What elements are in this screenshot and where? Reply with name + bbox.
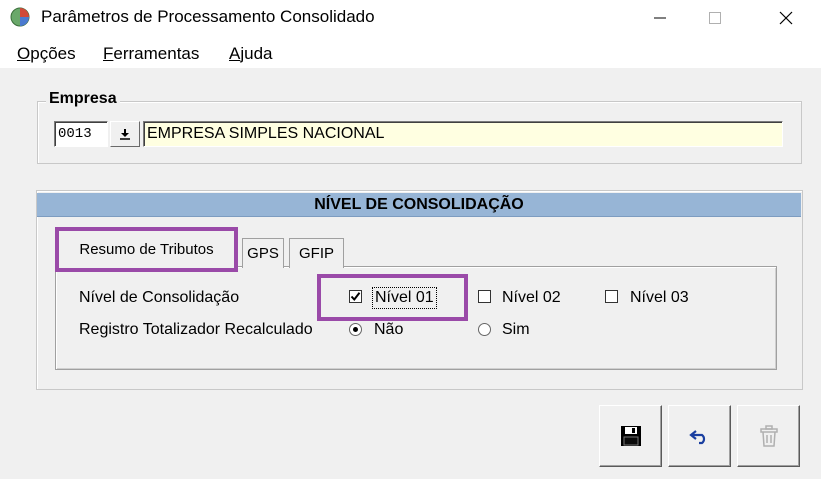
radio-sim[interactable] (478, 323, 491, 336)
empresa-code-input[interactable]: 0013 (54, 121, 108, 147)
tab-gps[interactable]: GPS (242, 238, 284, 268)
save-icon (620, 426, 641, 446)
tab-resumo-de-tributos[interactable]: Resumo de Tributos (55, 227, 238, 272)
nivel-02-checkbox[interactable] (478, 290, 491, 303)
minimize-icon (654, 17, 666, 19)
empresa-lookup-button[interactable] (110, 121, 140, 147)
radio-nao-label[interactable]: Não (374, 321, 403, 339)
minimize-button[interactable] (637, 0, 683, 36)
undo-icon (688, 430, 705, 445)
empresa-name-field: EMPRESA SIMPLES NACIONAL (143, 121, 783, 147)
empresa-group-label: Empresa (46, 90, 120, 108)
nivel-01-checkbox[interactable] (349, 290, 362, 303)
nivel-01-label[interactable]: Nível 01 (372, 287, 437, 309)
app-icon (10, 7, 30, 27)
menu-ferramentas[interactable]: Ferramentas (103, 44, 199, 64)
nivel-03-label[interactable]: Nível 03 (630, 289, 689, 307)
tab-gfip[interactable]: GFIP (289, 238, 344, 268)
save-button[interactable] (599, 405, 662, 467)
radio-selected-dot (353, 327, 358, 332)
close-icon (779, 11, 793, 25)
nivel-header: NÍVEL DE CONSOLIDAÇÃO (37, 193, 801, 217)
download-arrow-icon (120, 129, 130, 140)
maximize-icon (709, 12, 721, 24)
tab-resumo-label: Resumo de Tributos (79, 241, 214, 258)
undo-button[interactable] (668, 405, 731, 467)
menu-opcoes[interactable]: Opções (17, 44, 76, 64)
window-title: Parâmetros de Processamento Consolidado (41, 7, 375, 26)
registro-totalizador-label: Registro Totalizador Recalculado (79, 321, 313, 338)
close-button[interactable] (763, 0, 809, 36)
radio-nao[interactable] (349, 323, 362, 336)
nivel-consolidacao-label: Nível de Consolidação (79, 289, 240, 306)
nivel-02-label[interactable]: Nível 02 (502, 289, 561, 307)
maximize-button (692, 0, 738, 36)
nivel-03-checkbox[interactable] (605, 290, 618, 303)
menu-ajuda[interactable]: Ajuda (229, 44, 272, 64)
trash-icon (759, 425, 778, 447)
radio-sim-label[interactable]: Sim (502, 321, 530, 339)
delete-button[interactable] (737, 405, 800, 467)
checkmark-icon (350, 292, 361, 302)
